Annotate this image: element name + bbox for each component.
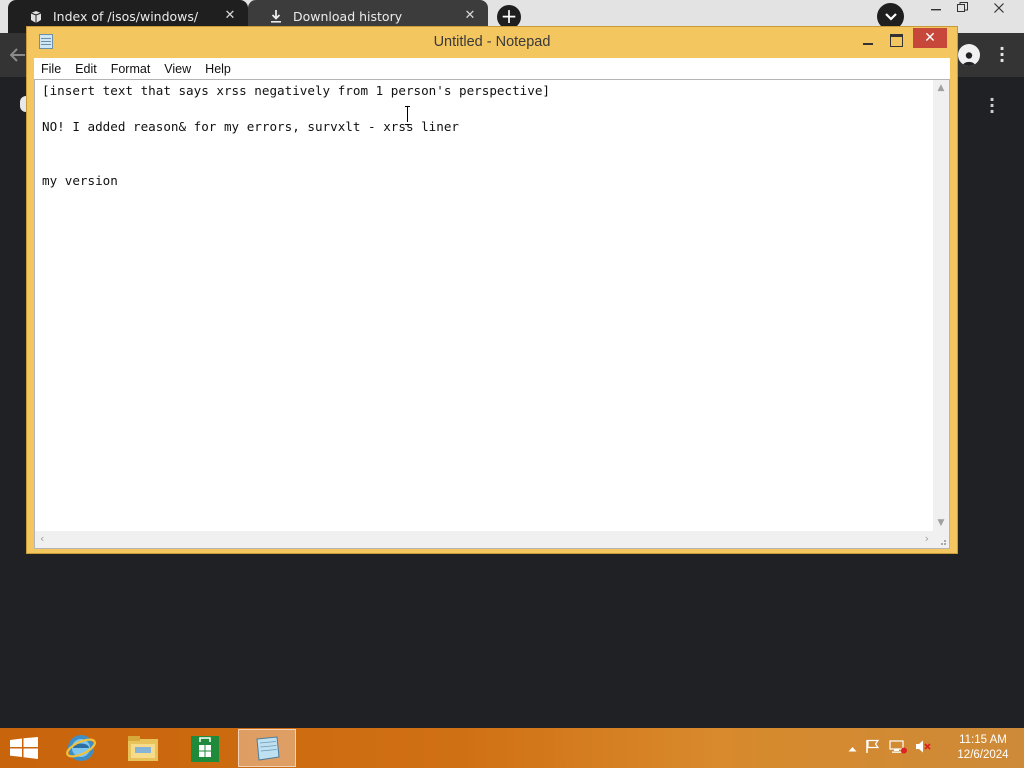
ie-icon (66, 735, 96, 761)
document-text[interactable]: [insert text that says xrss negatively f… (42, 82, 550, 190)
close-button[interactable]: ✕ (913, 28, 947, 48)
page-menu-icon[interactable]: · · · (987, 92, 997, 120)
windows-logo-icon (10, 737, 38, 759)
taskbar-app-ie[interactable] (52, 729, 110, 767)
vertical-scrollbar[interactable]: ▲ ▼ (933, 80, 949, 531)
volume-muted-icon[interactable] (915, 739, 931, 757)
resize-grip-icon[interactable] (933, 531, 949, 548)
show-hidden-icons-chevron-up-icon[interactable] (848, 741, 857, 755)
taskbar-app-file-explorer[interactable] (114, 729, 172, 767)
taskbar-app-store[interactable] (176, 729, 234, 767)
back-arrow-icon[interactable] (9, 46, 26, 67)
scroll-left-icon[interactable]: ‹ (40, 532, 44, 545)
menu-file[interactable]: File (34, 62, 68, 76)
maximize-button[interactable] (883, 31, 909, 49)
store-icon (191, 736, 219, 762)
taskbar-app-notepad[interactable] (238, 729, 296, 767)
notepad-icon (256, 736, 280, 761)
tab-close-icon[interactable]: ✕ (462, 8, 478, 24)
folder-icon (128, 736, 158, 761)
menu-view[interactable]: View (157, 62, 198, 76)
menu-help[interactable]: Help (198, 62, 238, 76)
tab-close-icon[interactable]: ✕ (222, 8, 238, 24)
tab-title: Download history (293, 9, 403, 24)
restore-icon (956, 2, 968, 12)
tab-title: Index of /isos/windows/ (53, 9, 199, 24)
browser-close-button[interactable] (984, 0, 1014, 22)
i-beam-cursor-icon (405, 106, 411, 125)
minimize-icon (931, 9, 941, 11)
minimize-button[interactable] (855, 31, 881, 49)
scroll-right-icon[interactable]: › (925, 532, 929, 545)
chevron-down-icon (884, 12, 897, 21)
close-icon (994, 3, 1004, 13)
clock-date: 12/6/2024 (957, 749, 1009, 761)
archive-icon (28, 9, 44, 25)
scroll-up-icon[interactable]: ▲ (933, 83, 949, 93)
download-icon (268, 9, 284, 25)
action-center-flag-icon[interactable] (865, 739, 881, 757)
network-icon[interactable] (889, 739, 907, 757)
profile-avatar-icon[interactable] (958, 44, 980, 66)
menu-edit[interactable]: Edit (68, 62, 104, 76)
text-editor[interactable]: [insert text that says xrss negatively f… (34, 79, 950, 549)
horizontal-scrollbar[interactable]: ‹ › (35, 531, 934, 548)
browser-menu-icon[interactable]: · · · (997, 41, 1007, 69)
taskbar-clock[interactable]: 11:15 AM 12/6/2024 (950, 733, 1016, 763)
window-title: Untitled - Notepad (433, 34, 551, 50)
notepad-window: Untitled - Notepad ✕ File Edit Format Vi… (26, 26, 958, 554)
taskbar: 11:15 AM 12/6/2024 (0, 728, 1024, 768)
clock-time: 11:15 AM (959, 734, 1007, 746)
browser-restore-button[interactable] (947, 0, 977, 22)
notepad-titlebar[interactable]: Untitled - Notepad ✕ (27, 27, 957, 57)
menu-bar: File Edit Format View Help (34, 58, 950, 79)
menu-format[interactable]: Format (104, 62, 158, 76)
system-tray (848, 738, 931, 758)
scroll-down-icon[interactable]: ▼ (933, 518, 949, 528)
start-button[interactable] (10, 737, 38, 759)
